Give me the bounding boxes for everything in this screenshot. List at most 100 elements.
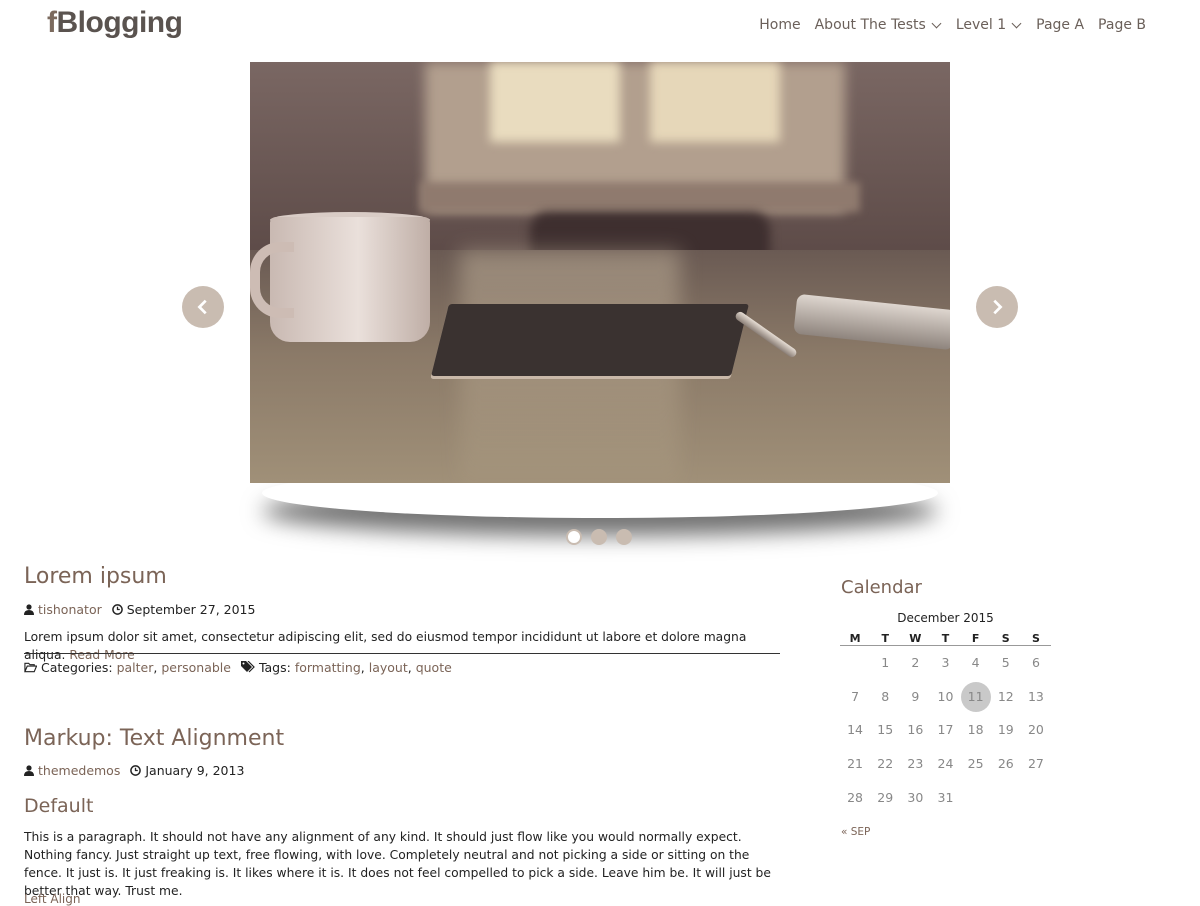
- calendar-weekday: S: [990, 631, 1021, 646]
- calendar-day-number: 31: [937, 790, 954, 806]
- calendar-day-number: 15: [877, 722, 894, 738]
- calendar-day-number: 2: [911, 654, 920, 670]
- nav-item-about-the-tests[interactable]: About The Tests: [815, 17, 942, 33]
- tag-link[interactable]: layout: [369, 660, 408, 675]
- post-date: September 27, 2015: [126, 602, 256, 617]
- post-author-link[interactable]: themedemos: [38, 763, 120, 778]
- calendar-day-number: 17: [937, 722, 954, 738]
- calendar-day: 2: [900, 646, 930, 680]
- calendar-day: 8: [870, 680, 900, 714]
- calendar-day: 4: [961, 646, 991, 680]
- calendar-weekday: S: [1020, 631, 1051, 646]
- calendar-day-number: 26: [997, 756, 1014, 772]
- calendar-day-number: 22: [877, 756, 894, 772]
- site-logo[interactable]: fBlogging: [47, 6, 183, 40]
- calendar-weekday: M: [840, 631, 871, 646]
- calendar-day: 9: [900, 680, 930, 714]
- calendar-day-number: 8: [881, 688, 890, 704]
- calendar-day-number: 19: [997, 722, 1014, 738]
- calendar-day: 29: [870, 781, 900, 815]
- post-trailing-text: Left Align: [24, 892, 81, 906]
- calendar-day: 6: [1021, 646, 1051, 680]
- calendar-day-number: 3: [941, 654, 950, 670]
- post-date: January 9, 2013: [145, 763, 245, 778]
- slider-dot-2[interactable]: [591, 529, 607, 545]
- calendar-day: 3: [930, 646, 960, 680]
- calendar-day: 11: [960, 680, 991, 714]
- tags-icon: [240, 661, 255, 673]
- nav-item-level-1[interactable]: Level 1: [956, 17, 1022, 33]
- calendar-day-number: 6: [1031, 654, 1040, 670]
- calendar-day: 7: [840, 680, 870, 714]
- calendar-weekday: W: [900, 631, 931, 646]
- calendar-day: 25: [961, 747, 991, 781]
- calendar-day-number: 5: [1001, 654, 1010, 670]
- slider-prev-button[interactable]: [182, 286, 224, 328]
- folder-open-icon: [24, 662, 37, 673]
- calendar-day-number: 16: [907, 722, 924, 738]
- post-title[interactable]: Lorem ipsum: [24, 564, 167, 589]
- calendar-day-number: 24: [937, 756, 954, 772]
- slider-next-button[interactable]: [976, 286, 1018, 328]
- calendar-day: 22: [870, 747, 900, 781]
- calendar-day: 13: [1021, 680, 1051, 714]
- nav-item-home[interactable]: Home: [759, 17, 800, 33]
- slider-dot-3[interactable]: [616, 529, 632, 545]
- calendar-caption: December 2015: [897, 611, 994, 625]
- calendar-day: 23: [900, 747, 930, 781]
- chevron-down-icon: [1011, 18, 1022, 28]
- calendar-day-number: 20: [1027, 722, 1044, 738]
- calendar-day-number: 10: [937, 688, 954, 704]
- calendar-day-number: 18: [967, 722, 984, 738]
- calendar-day-number: 29: [877, 790, 894, 806]
- calendar-week: 1 2 3 4 5 6: [840, 646, 1051, 680]
- calendar-day: 12: [991, 680, 1021, 714]
- nav-item-page-b[interactable]: Page B: [1098, 17, 1146, 33]
- tag-link[interactable]: formatting: [295, 660, 361, 675]
- calendar-day: 18: [961, 714, 991, 748]
- chevron-down-icon: [931, 18, 942, 28]
- post-taxonomy: Categories: palter, personable Tags: for…: [24, 660, 452, 675]
- post-subheading: Default: [24, 795, 94, 817]
- calendar-weekday: T: [930, 631, 961, 646]
- calendar-day: 10: [930, 680, 960, 714]
- tag-link[interactable]: quote: [416, 660, 452, 675]
- calendar-day-number: 9: [911, 688, 920, 704]
- slider-pagination: [566, 529, 632, 545]
- calendar-day-number: 1: [881, 654, 890, 670]
- post-excerpt: This is a paragraph. It should not have …: [24, 830, 771, 898]
- slider-dot-1[interactable]: [566, 529, 582, 545]
- calendar-weekday: T: [870, 631, 901, 646]
- divider: [24, 653, 780, 654]
- calendar-prev-month-link[interactable]: « SEP: [841, 826, 870, 838]
- category-link[interactable]: personable: [161, 660, 231, 675]
- calendar-day: 31: [930, 781, 960, 815]
- category-link[interactable]: palter: [117, 660, 154, 675]
- calendar-day-number: 4: [971, 654, 980, 670]
- calendar-day-number: 21: [847, 756, 864, 772]
- calendar-day-number: 23: [907, 756, 924, 772]
- clock-icon: [130, 765, 142, 776]
- calendar-day: 26: [991, 747, 1021, 781]
- calendar-day: 16: [900, 714, 930, 748]
- calendar-week: 28 29 30 31: [840, 781, 1051, 815]
- calendar-empty-cell: [961, 781, 991, 815]
- calendar-day: 21: [840, 747, 870, 781]
- post-title[interactable]: Markup: Text Alignment: [24, 726, 284, 751]
- calendar-week: 21 22 23 24 25 26 27: [840, 747, 1051, 781]
- calendar-day-number: 11: [960, 681, 991, 712]
- calendar-empty-cell: [991, 781, 1021, 815]
- post-author-link[interactable]: tishonator: [38, 602, 102, 617]
- main-nav: Home About The Tests Level 1 Page A Page…: [759, 17, 1146, 33]
- slider-image: [250, 62, 950, 483]
- chevron-right-icon: [993, 299, 1003, 315]
- calendar-day-number: 12: [997, 688, 1014, 704]
- calendar-day: 14: [840, 714, 870, 748]
- nav-item-page-a[interactable]: Page A: [1036, 17, 1084, 33]
- calendar-table: MTWTFSS 1 2 3 4 5 6 7 8 9 10 11 12 13 14 15 16 17 18 19 20 2…: [840, 631, 1051, 815]
- calendar-day-number: 14: [847, 722, 864, 738]
- calendar-week: 7 8 9 10 11 12 13: [840, 680, 1051, 714]
- calendar-day: 20: [1021, 714, 1051, 748]
- calendar-day: 27: [1021, 747, 1051, 781]
- calendar-day-number: 13: [1027, 688, 1044, 704]
